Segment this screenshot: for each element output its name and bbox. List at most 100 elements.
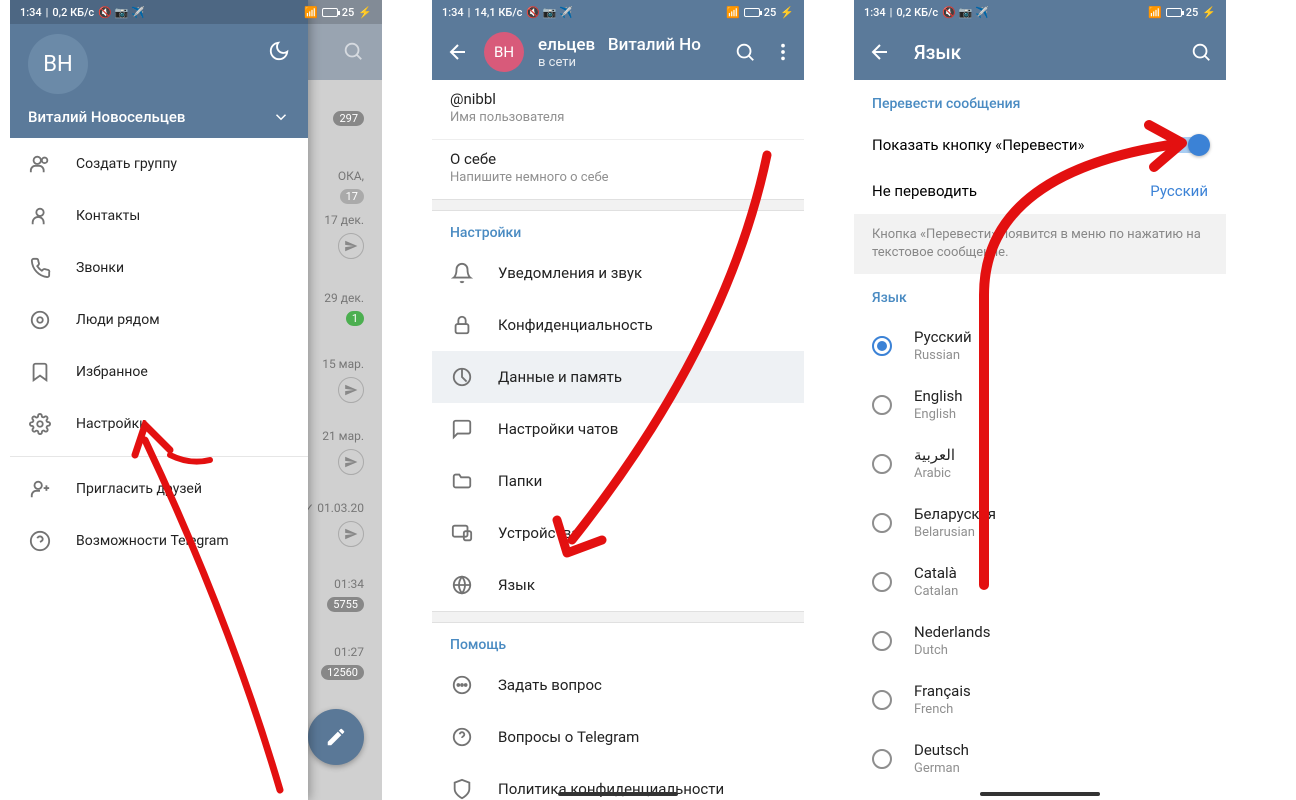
drawer-item-features[interactable]: Возможности Telegram (10, 515, 308, 567)
lock-icon (450, 313, 474, 337)
drawer-label: Создать группу (76, 156, 177, 172)
username-row[interactable]: @nibbl Имя пользователя (432, 80, 804, 139)
radio-selected[interactable] (872, 336, 892, 356)
drawer-item-invite[interactable]: Пригласить друзей (10, 463, 308, 515)
lang-option-dutch[interactable]: NederlandsDutch (854, 611, 1226, 670)
nav-drawer: ВН Виталий Новосельцев Создать группу Ко… (10, 0, 308, 800)
devices-icon (450, 521, 474, 545)
phone-settings-screen: ВН ельцев Виталий Но в сети 1:34 | 14,1 … (432, 0, 804, 800)
data-icon (450, 365, 474, 389)
language-section-title: Язык (854, 274, 1226, 316)
bookmark-icon (28, 360, 52, 384)
drawer-item-create-group[interactable]: Создать группу (10, 138, 308, 190)
dont-translate-value: Русский (1150, 182, 1208, 200)
search-icon[interactable] (734, 41, 756, 63)
drawer-item-contacts[interactable]: Контакты (10, 190, 308, 242)
dont-translate-row[interactable]: Не переводить Русский (854, 168, 1226, 214)
drawer-label: Возможности Telegram (76, 533, 229, 549)
radio[interactable] (872, 513, 892, 533)
settings-label: Папки (498, 472, 542, 490)
chevron-down-icon[interactable] (272, 108, 290, 126)
settings-label: Данные и память (498, 368, 622, 386)
lang-option-english[interactable]: EnglishEnglish (854, 375, 1226, 434)
lang-option-belarusian[interactable]: БеларускаяBelarusian (854, 493, 1226, 552)
bell-icon (450, 261, 474, 285)
settings-row-devices[interactable]: Устройства (432, 507, 804, 559)
lang-option-french[interactable]: FrançaisFrench (854, 670, 1226, 729)
radio[interactable] (872, 690, 892, 710)
about-title: О себе (450, 150, 786, 168)
settings-row-folders[interactable]: Папки (432, 455, 804, 507)
show-translate-label: Показать кнопку «Перевести» (872, 136, 1085, 154)
drawer-label: Избранное (76, 364, 148, 380)
drawer-label: Люди рядом (76, 312, 160, 328)
person-icon (28, 204, 52, 228)
radio[interactable] (872, 395, 892, 415)
settings-row-language[interactable]: Язык (432, 559, 804, 611)
drawer-item-nearby[interactable]: Люди рядом (10, 294, 308, 346)
lang-option-arabic[interactable]: العربيةArabic (854, 434, 1226, 493)
lang-option-catalan[interactable]: CatalàCatalan (854, 552, 1226, 611)
username-label: Имя пользователя (450, 110, 786, 125)
section-title-settings: Настройки (432, 211, 804, 247)
search-icon[interactable] (1190, 41, 1212, 63)
header-title: ельцев Виталий Но (538, 35, 720, 55)
section-title-help: Помощь (432, 623, 804, 659)
radio[interactable] (872, 572, 892, 592)
message-icon (450, 673, 474, 697)
lang-option-russian[interactable]: РусскийRussian (854, 316, 1226, 375)
status-bar: 1:34 | 0,2 КБ/с 🔇 📷 ✈️ 📶 25⚡ (10, 0, 382, 24)
status-time: 1:34 (20, 6, 42, 19)
status-bar: 1:34 | 0,2 КБ/с 🔇 📷 ✈️ 📶 25⚡ (854, 0, 1226, 24)
help-row-ask[interactable]: Задать вопрос (432, 659, 804, 711)
avatar[interactable]: ВН (484, 32, 524, 72)
back-icon[interactable] (868, 40, 892, 64)
settings-row-notifications[interactable]: Уведомления и звук (432, 247, 804, 299)
drawer-item-settings[interactable]: Настройки (10, 398, 308, 450)
dont-translate-label: Не переводить (872, 182, 977, 200)
gear-icon (28, 412, 52, 436)
settings-label: Настройки чатов (498, 420, 618, 438)
drawer-item-calls[interactable]: Звонки (10, 242, 308, 294)
drawer-item-saved[interactable]: Избранное (10, 346, 308, 398)
android-nav-bar (854, 790, 1226, 800)
help-row-faq[interactable]: Вопросы о Telegram (432, 711, 804, 763)
lang-option-german[interactable]: DeutschGerman (854, 729, 1226, 788)
avatar[interactable]: ВН (28, 34, 88, 94)
back-icon[interactable] (446, 40, 470, 64)
translate-toggle[interactable] (1170, 137, 1208, 153)
settings-content[interactable]: @nibbl Имя пользователя О себе Напишите … (432, 80, 804, 800)
settings-row-privacy[interactable]: Конфиденциальность (432, 299, 804, 351)
settings-label: Устройства (498, 524, 579, 542)
question-icon (450, 725, 474, 749)
battery-pct: 25 (342, 6, 355, 19)
more-icon[interactable] (772, 41, 794, 63)
language-content[interactable]: Перевести сообщения Показать кнопку «Пер… (854, 80, 1226, 800)
about-hint: Напишите немного о себе (450, 170, 786, 185)
settings-row-chat[interactable]: Настройки чатов (432, 403, 804, 455)
settings-row-data[interactable]: Данные и память (432, 351, 804, 403)
settings-label: Конфиденциальность (498, 316, 653, 334)
show-translate-button-row[interactable]: Показать кнопку «Перевести» (854, 122, 1226, 168)
drawer-label: Звонки (76, 260, 124, 276)
divider (10, 456, 308, 457)
drawer-label: Пригласить друзей (76, 481, 202, 497)
translate-section-title: Перевести сообщения (854, 80, 1226, 122)
status-speed: 0,2 КБ/с (52, 6, 94, 19)
search-icon (342, 40, 364, 62)
pencil-icon (325, 726, 347, 748)
radio[interactable] (872, 631, 892, 651)
night-mode-icon[interactable] (268, 40, 290, 66)
page-title: Язык (914, 41, 1168, 64)
translate-info: Кнопка «Перевести» появится в меню по на… (854, 214, 1226, 274)
about-row[interactable]: О себе Напишите немного о себе (432, 139, 804, 199)
chat-icon (450, 417, 474, 441)
radio[interactable] (872, 749, 892, 769)
group-icon (28, 152, 52, 176)
compose-fab[interactable] (308, 709, 364, 765)
drawer-label: Настройки (76, 416, 147, 432)
radio[interactable] (872, 454, 892, 474)
drawer-username: Виталий Новосельцев (28, 108, 185, 126)
header-status: в сети (538, 55, 720, 70)
globe-icon (450, 573, 474, 597)
